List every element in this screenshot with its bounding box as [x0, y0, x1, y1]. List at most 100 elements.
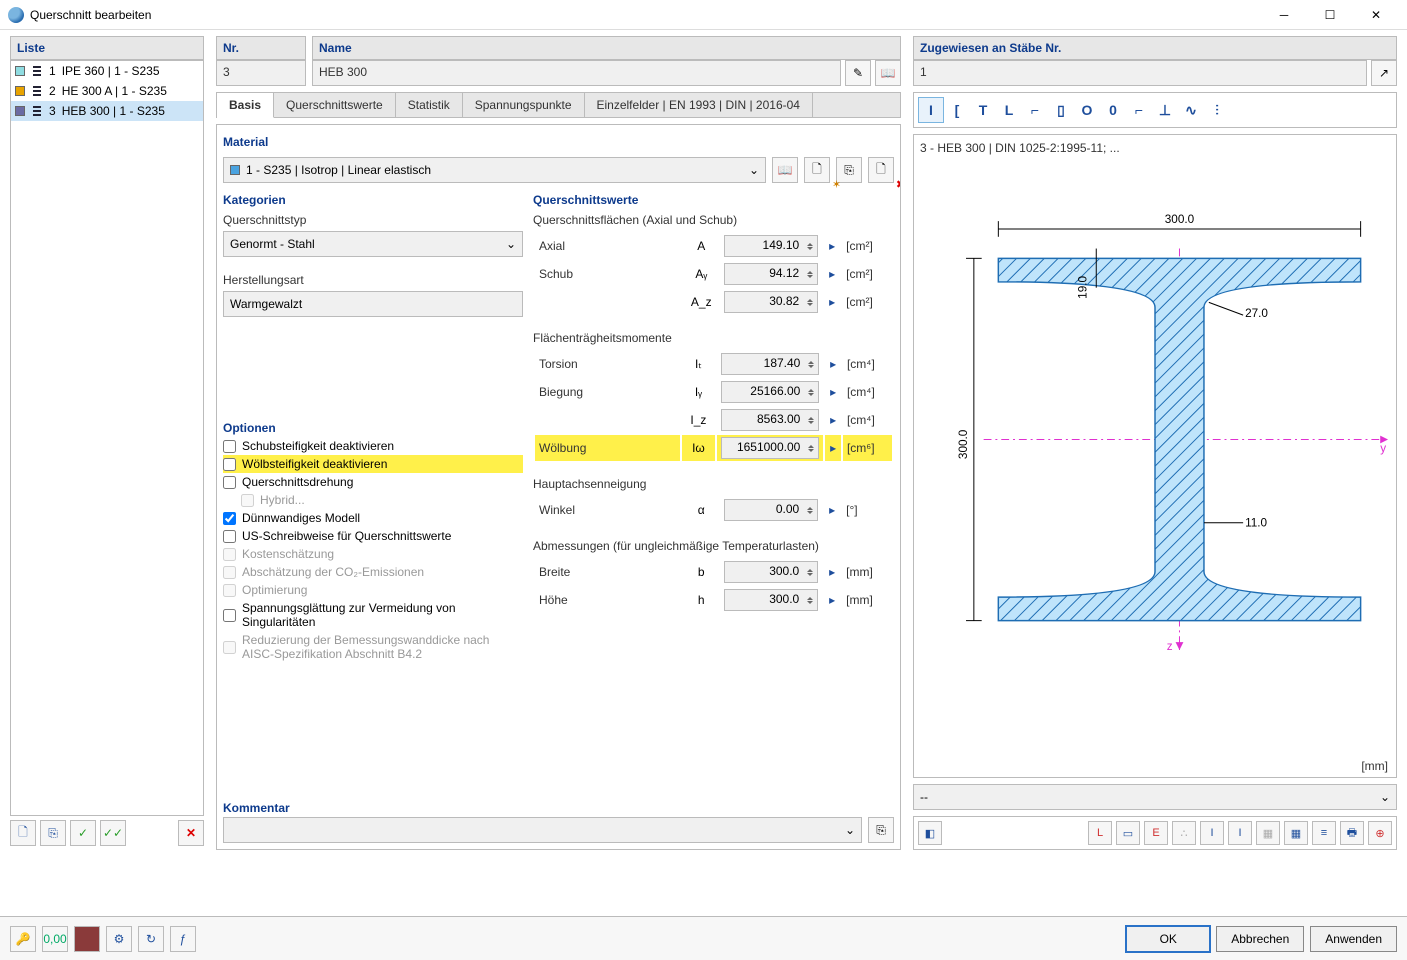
value-input[interactable]: 0.00 [724, 499, 818, 521]
tool-button-2[interactable]: ↻ [138, 926, 164, 952]
assigned-pick-button[interactable]: ↗ [1371, 60, 1397, 86]
preview-dropdown[interactable]: --⌄ [913, 784, 1397, 810]
type-select[interactable]: Genormt - Stahl⌄ [223, 231, 523, 257]
option-checkbox[interactable] [223, 458, 236, 471]
value-input[interactable]: 25166.00 [721, 381, 819, 403]
value-input[interactable]: 300.0 [724, 589, 818, 611]
list-item[interactable]: 3HEB 300 | 1 - S235 [11, 101, 203, 121]
list-item[interactable]: 2HE 300 A | 1 - S235 [11, 81, 203, 101]
value-input[interactable]: 1651000.00 [721, 437, 819, 459]
minimize-button[interactable]: ─ [1261, 0, 1307, 30]
value-label: Winkel [535, 497, 682, 523]
shape-button-1[interactable]: [ [944, 97, 970, 123]
tab-querschnittswerte[interactable]: Querschnittswerte [274, 93, 396, 117]
section-list[interactable]: 1IPE 360 | 1 - S2352HE 300 A | 1 - S2353… [10, 60, 204, 816]
preview-tool-ibeam2[interactable]: I [1228, 821, 1252, 845]
tool-button-3[interactable]: ƒ [170, 926, 196, 952]
maximize-button[interactable]: ☐ [1307, 0, 1353, 30]
value-row: TorsionIₜ187.40▸[cm⁴] [535, 351, 892, 377]
value-more-button[interactable]: ▸ [824, 261, 840, 287]
comment-extra-button[interactable]: ⎘ [868, 817, 894, 843]
shape-button-6[interactable]: O [1074, 97, 1100, 123]
material-delete-button[interactable]: 🗋 [868, 157, 894, 183]
value-symbol: Iₜ [682, 351, 715, 377]
tool-button-1[interactable]: ⚙ [106, 926, 132, 952]
material-new-button[interactable]: 🗋 [804, 157, 830, 183]
option-row[interactable]: Spannungsglättung zur Vermeidung von Sin… [223, 599, 523, 631]
check-button-2[interactable]: ✓✓ [100, 820, 126, 846]
value-more-button[interactable]: ▸ [824, 497, 840, 523]
value-input[interactable]: 94.12 [724, 263, 818, 285]
value-more-button[interactable]: ▸ [825, 379, 841, 405]
material-select[interactable]: 1 - S235 | Isotrop | Linear elastisch ⌄ [223, 157, 766, 183]
close-button[interactable]: ✕ [1353, 0, 1399, 30]
value-more-button[interactable]: ▸ [824, 233, 840, 259]
option-row[interactable]: US-Schreibweise für Querschnittswerte [223, 527, 523, 545]
option-row[interactable]: Wölbsteifigkeit deaktivieren [223, 455, 523, 473]
name-input[interactable]: HEB 300 [312, 60, 841, 86]
cancel-button[interactable]: Abbrechen [1216, 926, 1304, 952]
tab-einzelfelder-en-1993-din-2016-04[interactable]: Einzelfelder | EN 1993 | DIN | 2016-04 [585, 93, 813, 117]
shape-button-8[interactable]: ⌐ [1126, 97, 1152, 123]
name-edit-button[interactable]: ✎ [845, 60, 871, 86]
shape-button-9[interactable]: ⊥ [1152, 97, 1178, 123]
shape-button-3[interactable]: L [996, 97, 1022, 123]
preview-tool-ibeam1[interactable]: I [1200, 821, 1224, 845]
check-button-1[interactable]: ✓ [70, 820, 96, 846]
preview-tool-list[interactable]: ≡ [1312, 821, 1336, 845]
option-row[interactable]: Querschnittsdrehung [223, 473, 523, 491]
assigned-input[interactable]: 1 [913, 60, 1367, 86]
value-more-button[interactable]: ▸ [824, 559, 840, 585]
tab-statistik[interactable]: Statistik [396, 93, 463, 117]
shape-button-4[interactable]: ⌐ [1022, 97, 1048, 123]
preview-tool-grid2[interactable]: ▦ [1284, 821, 1308, 845]
value-more-button[interactable]: ▸ [824, 289, 840, 315]
shape-button-10[interactable]: ∿ [1178, 97, 1204, 123]
list-item[interactable]: 1IPE 360 | 1 - S235 [11, 61, 203, 81]
shape-button-7[interactable]: 0 [1100, 97, 1126, 123]
preview-tool-axes[interactable]: L [1088, 821, 1112, 845]
color-button[interactable] [74, 926, 100, 952]
units-button[interactable]: 0,00 [42, 926, 68, 952]
preview-tool-target[interactable]: ⊕ [1368, 821, 1392, 845]
option-row[interactable]: Dünnwandiges Modell [223, 509, 523, 527]
shape-button-11[interactable]: ⫶ [1204, 97, 1230, 123]
preview-tool-print[interactable]: 🖶 [1340, 821, 1364, 845]
option-checkbox[interactable] [223, 440, 236, 453]
tab-spannungspunkte[interactable]: Spannungspunkte [463, 93, 585, 117]
preview-tool-values[interactable]: E [1144, 821, 1168, 845]
option-checkbox[interactable] [223, 609, 236, 622]
value-more-button[interactable]: ▸ [825, 351, 841, 377]
material-library-button[interactable]: 📖 [772, 157, 798, 183]
value-input[interactable]: 8563.00 [721, 409, 819, 431]
shape-button-0[interactable]: I [918, 97, 944, 123]
option-checkbox[interactable] [223, 476, 236, 489]
copy-section-button[interactable]: ⎘ [40, 820, 66, 846]
value-label: Breite [535, 559, 682, 585]
new-section-button[interactable]: 🗋 [10, 820, 36, 846]
preview-tool-grid1[interactable]: ▦ [1256, 821, 1280, 845]
delete-section-button[interactable]: ✕ [178, 820, 204, 846]
value-more-button[interactable]: ▸ [825, 407, 841, 433]
option-checkbox[interactable] [223, 512, 236, 525]
option-row[interactable]: Schubsteifigkeit deaktivieren [223, 437, 523, 455]
value-input[interactable]: 300.0 [724, 561, 818, 583]
preview-tool-dims[interactable]: ▭ [1116, 821, 1140, 845]
name-library-button[interactable]: 📖 [875, 60, 901, 86]
apply-button[interactable]: Anwenden [1310, 926, 1397, 952]
shape-button-2[interactable]: T [970, 97, 996, 123]
value-more-button[interactable]: ▸ [825, 435, 841, 461]
shape-button-5[interactable]: ▯ [1048, 97, 1074, 123]
comment-input[interactable]: ⌄ [223, 817, 862, 843]
value-more-button[interactable]: ▸ [824, 587, 840, 613]
value-input[interactable]: 187.40 [721, 353, 819, 375]
nr-input[interactable]: 3 [216, 60, 306, 86]
preview-tool-points[interactable]: ∴ [1172, 821, 1196, 845]
value-input[interactable]: 30.82 [724, 291, 818, 313]
help-button[interactable]: 🔑 [10, 926, 36, 952]
option-checkbox[interactable] [223, 530, 236, 543]
preview-tool-1[interactable]: ◧ [918, 821, 942, 845]
value-input[interactable]: 149.10 [724, 235, 818, 257]
tab-basis[interactable]: Basis [217, 93, 274, 118]
ok-button[interactable]: OK [1126, 926, 1210, 952]
